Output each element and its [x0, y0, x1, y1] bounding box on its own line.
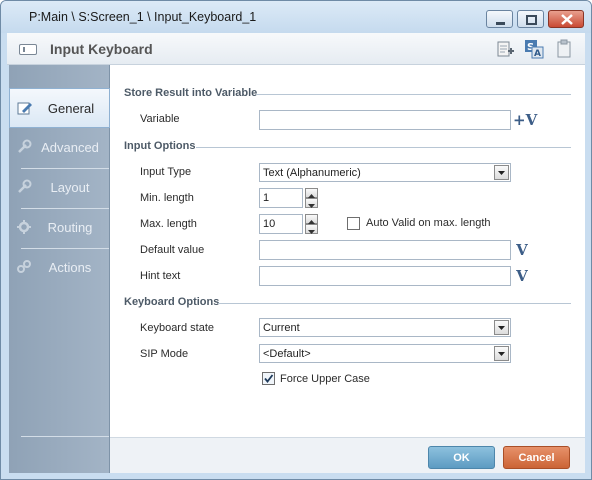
- pencil-icon: [17, 100, 33, 116]
- input-type-select[interactable]: Text (Alphanumeric): [259, 163, 511, 182]
- actions-icon: [16, 259, 32, 275]
- min-length-label: Min. length: [140, 192, 194, 204]
- keyboard-state-value: Current: [263, 322, 300, 334]
- nav-label: Actions: [48, 260, 92, 275]
- chevron-down-icon[interactable]: [494, 320, 509, 335]
- force-upper-case-checkbox[interactable]: [262, 372, 275, 385]
- add-variable-button[interactable]: +V: [513, 111, 537, 129]
- auto-valid-label: Auto Valid on max. length: [366, 217, 491, 229]
- nav-item-routing[interactable]: Routing: [9, 208, 110, 248]
- spin-down-button[interactable]: [305, 198, 318, 208]
- max-length-value: 10: [263, 218, 276, 230]
- force-upper-case-label: Force Upper Case: [280, 373, 370, 385]
- max-length-input[interactable]: 10: [259, 214, 303, 234]
- section-store-result: Store Result into Variable: [124, 87, 258, 99]
- dialog-footer: OK Cancel: [110, 437, 585, 473]
- section-keyboard-options: Keyboard Options: [124, 296, 220, 308]
- input-type-label: Input Type: [140, 166, 192, 178]
- cancel-button[interactable]: Cancel: [503, 446, 570, 469]
- keyboard-state-select[interactable]: Current: [259, 318, 511, 337]
- nav-label: Routing: [47, 220, 93, 235]
- sip-mode-select[interactable]: <Default>: [259, 344, 511, 363]
- translate-icon[interactable]: SA: [524, 39, 544, 59]
- nav-item-general[interactable]: General: [9, 88, 110, 128]
- nav-item-actions[interactable]: Actions: [9, 248, 110, 288]
- clipboard-icon[interactable]: [554, 39, 574, 59]
- nav-label: General: [47, 101, 95, 116]
- min-length-input[interactable]: 1: [259, 188, 303, 208]
- layout-icon: [16, 179, 32, 195]
- keyboard-state-label: Keyboard state: [140, 322, 214, 334]
- nav-item-advanced[interactable]: Advanced: [9, 128, 110, 168]
- ok-button[interactable]: OK: [428, 446, 495, 469]
- spin-up-button[interactable]: [305, 214, 318, 224]
- auto-valid-checkbox[interactable]: [347, 217, 360, 230]
- nav-label: Layout: [50, 180, 90, 195]
- hint-text-label: Hint text: [140, 270, 181, 282]
- section-divider: [218, 303, 571, 304]
- nav-item-layout[interactable]: Layout: [9, 168, 110, 208]
- section-divider: [196, 147, 571, 148]
- maximize-button[interactable]: [517, 10, 544, 28]
- gear-icon: [16, 219, 32, 235]
- default-value-input[interactable]: [259, 240, 511, 260]
- sip-mode-label: SIP Mode: [140, 348, 189, 360]
- hint-text-input[interactable]: [259, 266, 511, 286]
- sip-mode-value: <Default>: [263, 348, 311, 360]
- title-bar[interactable]: P:Main \ S:Screen_1 \ Input_Keyboard_1: [1, 1, 591, 33]
- max-length-stepper[interactable]: [305, 214, 318, 234]
- section-input-options: Input Options: [124, 140, 196, 152]
- dialog-window: P:Main \ S:Screen_1 \ Input_Keyboard_1 I…: [0, 0, 592, 480]
- default-value-label: Default value: [140, 244, 205, 256]
- window-title: P:Main \ S:Screen_1 \ Input_Keyboard_1: [29, 10, 257, 24]
- hint-text-variable-button[interactable]: V: [513, 267, 531, 285]
- spin-down-button[interactable]: [305, 224, 318, 234]
- chevron-down-icon[interactable]: [494, 165, 509, 180]
- minimize-button[interactable]: [486, 10, 513, 28]
- add-document-icon[interactable]: [495, 39, 515, 59]
- default-value-variable-button[interactable]: V: [513, 241, 531, 259]
- variable-label: Variable: [140, 113, 180, 125]
- dialog-title: Input Keyboard: [50, 41, 153, 57]
- input-field-icon: [19, 44, 37, 55]
- svg-text:A: A: [534, 49, 541, 59]
- input-type-value: Text (Alphanumeric): [263, 167, 361, 179]
- min-length-value: 1: [263, 192, 270, 204]
- close-button[interactable]: [548, 10, 584, 28]
- variable-input[interactable]: [259, 110, 511, 130]
- general-panel: Store Result into Variable Variable +V I…: [110, 65, 585, 437]
- wrench-icon: [16, 139, 32, 155]
- close-icon: [561, 14, 573, 25]
- chevron-down-icon[interactable]: [494, 346, 509, 361]
- max-length-label: Max. length: [140, 218, 197, 230]
- checkmark-icon: [264, 374, 274, 383]
- min-length-stepper[interactable]: [305, 188, 318, 208]
- dialog-header: Input Keyboard SA: [7, 33, 585, 65]
- spin-up-button[interactable]: [305, 188, 318, 198]
- nav-label: Advanced: [41, 140, 99, 155]
- section-divider: [256, 94, 571, 95]
- nav-divider: [21, 436, 109, 437]
- nav-panel: General Advanced Layout Routing Actions: [9, 65, 110, 473]
